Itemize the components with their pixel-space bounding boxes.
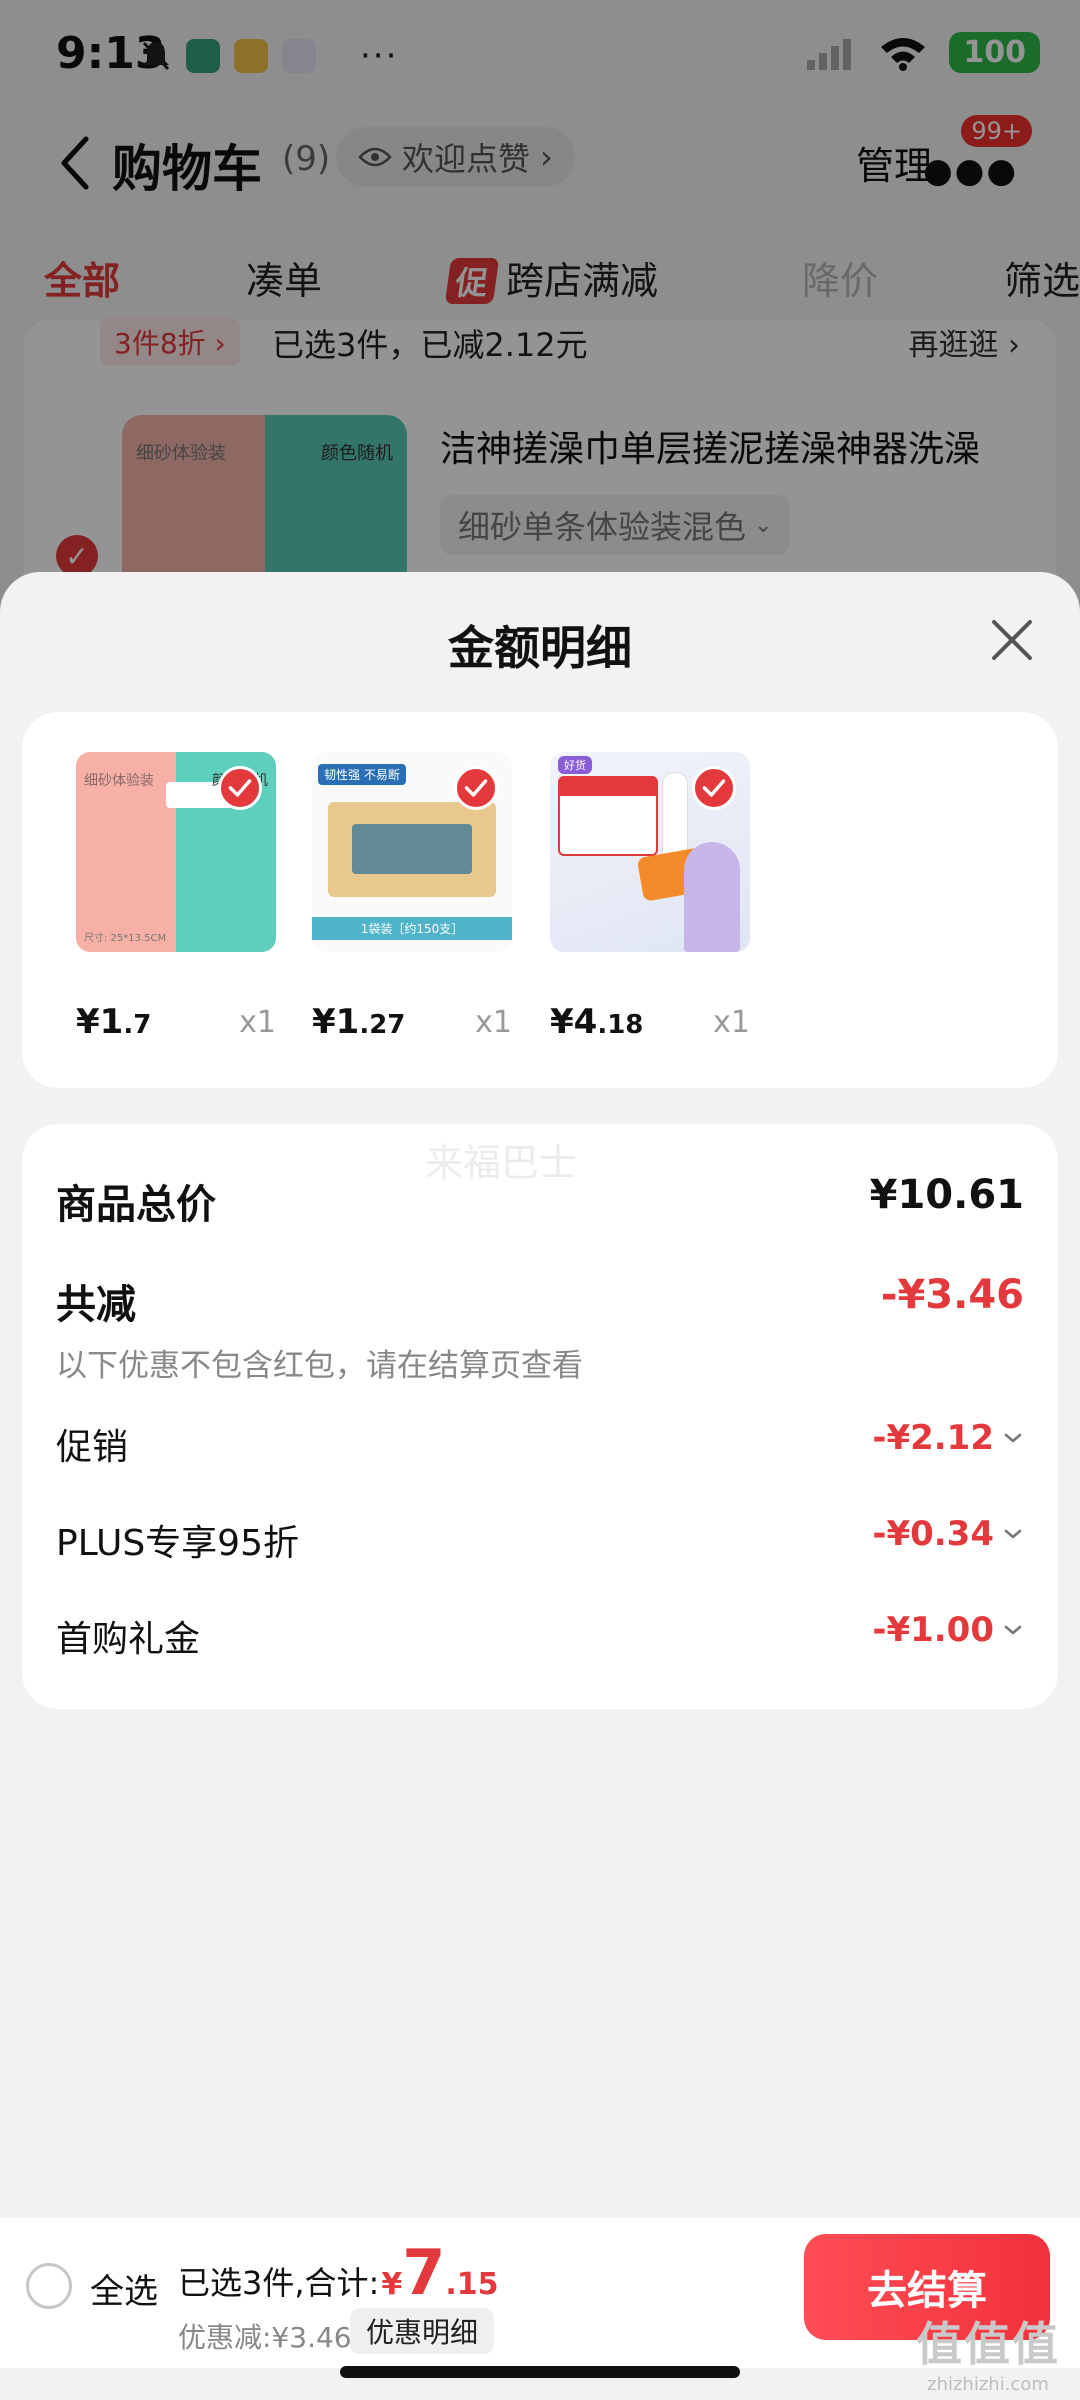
total-amount-integer: 7 — [402, 2236, 446, 2309]
total-reduction-value: -¥3.46 — [880, 1272, 1024, 1318]
thumb-label: 韧性强 不易断 — [318, 764, 406, 785]
watermark-logo-text: 值值值 — [916, 2317, 1060, 2371]
close-icon[interactable] — [984, 612, 1040, 668]
discount-label: PLUS专享95折 — [56, 1523, 299, 1564]
corner-watermark: 值值值 zhizhizhi.com — [908, 2308, 1068, 2395]
item-quantity: x1 — [713, 1005, 750, 1040]
total-amount-decimal: .15 — [445, 2267, 499, 2302]
thumb-label: 细砂体验装 — [84, 773, 154, 789]
item-thumbnail: 好货 — [550, 752, 750, 952]
checkmark-icon — [218, 766, 262, 810]
chevron-down-icon — [1004, 1529, 1022, 1539]
watermark-text: 来福巴士 — [425, 1141, 578, 1185]
discount-value: -¥1.00 — [872, 1610, 1024, 1650]
total-summary: 已选3件,合计: ¥ 7 .15 — [178, 2236, 499, 2309]
item-price: ¥1.7 — [76, 1002, 152, 1042]
thumb-label: 好货 — [558, 756, 592, 774]
selected-item[interactable]: 韧性强 不易断 1袋装［约150支］ ¥1.27 x1 — [312, 752, 512, 1042]
chevron-down-icon — [1004, 1433, 1022, 1443]
reduction-note: 以下优惠不包含红包，请在结算页查看 — [56, 1348, 583, 1384]
total-summary-prefix: 已选3件,合计: — [178, 2264, 380, 2302]
thumb-label: 尺寸: 25*13.5CM — [84, 933, 167, 944]
item-thumbnail: 细砂体验装 颜色随机 尺寸: 25*13.5CM — [76, 752, 276, 952]
item-price: ¥1.27 — [312, 1002, 406, 1042]
item-quantity: x1 — [475, 1005, 512, 1040]
item-thumbnail: 韧性强 不易断 1袋装［约150支］ — [312, 752, 512, 952]
home-indicator[interactable] — [340, 2366, 740, 2378]
selected-item[interactable]: 细砂体验装 颜色随机 尺寸: 25*13.5CM ¥1.7 x1 — [76, 752, 276, 1042]
item-quantity: x1 — [239, 1005, 276, 1040]
selected-item[interactable]: 好货 ¥4.18 x1 — [550, 752, 750, 1042]
discount-value: -¥0.34 — [872, 1514, 1024, 1554]
item-price: ¥4.18 — [550, 1002, 644, 1042]
checkmark-icon — [454, 766, 498, 810]
price-breakdown-card: 来福巴士 商品总价 ¥10.61 共减 -¥3.46 以下优惠不包含红包，请在结… — [22, 1124, 1058, 1709]
thumb-label: 1袋装［约150支］ — [312, 917, 512, 940]
select-all-label[interactable]: 全选 — [90, 2264, 158, 2313]
amount-detail-sheet: 金额明细 细砂体验装 颜色随机 尺寸: 25*13.5CM ¥1.7 x1 韧性… — [0, 572, 1080, 2227]
sheet-title: 金额明细 — [448, 621, 632, 675]
checkmark-icon — [692, 766, 736, 810]
discount-label: 首购礼金 — [56, 1619, 201, 1660]
currency-symbol: ¥ — [381, 2267, 403, 2302]
total-reduction-label: 共减 — [56, 1282, 136, 1328]
total-price-label: 商品总价 — [56, 1182, 216, 1228]
chevron-down-icon — [1004, 1625, 1022, 1635]
select-all-radio[interactable] — [26, 2263, 72, 2309]
discount-summary: 优惠减:¥3.46 — [178, 2321, 352, 2354]
selected-items-card: 细砂体验装 颜色随机 尺寸: 25*13.5CM ¥1.7 x1 韧性强 不易断… — [22, 712, 1058, 1088]
total-price-value: ¥10.61 — [869, 1172, 1024, 1218]
watermark-url: zhizhizhi.com — [927, 2374, 1049, 2395]
discount-value: -¥2.12 — [872, 1418, 1024, 1458]
discount-label: 促销 — [56, 1427, 129, 1468]
discount-detail-button[interactable]: 优惠明细 — [350, 2308, 495, 2354]
